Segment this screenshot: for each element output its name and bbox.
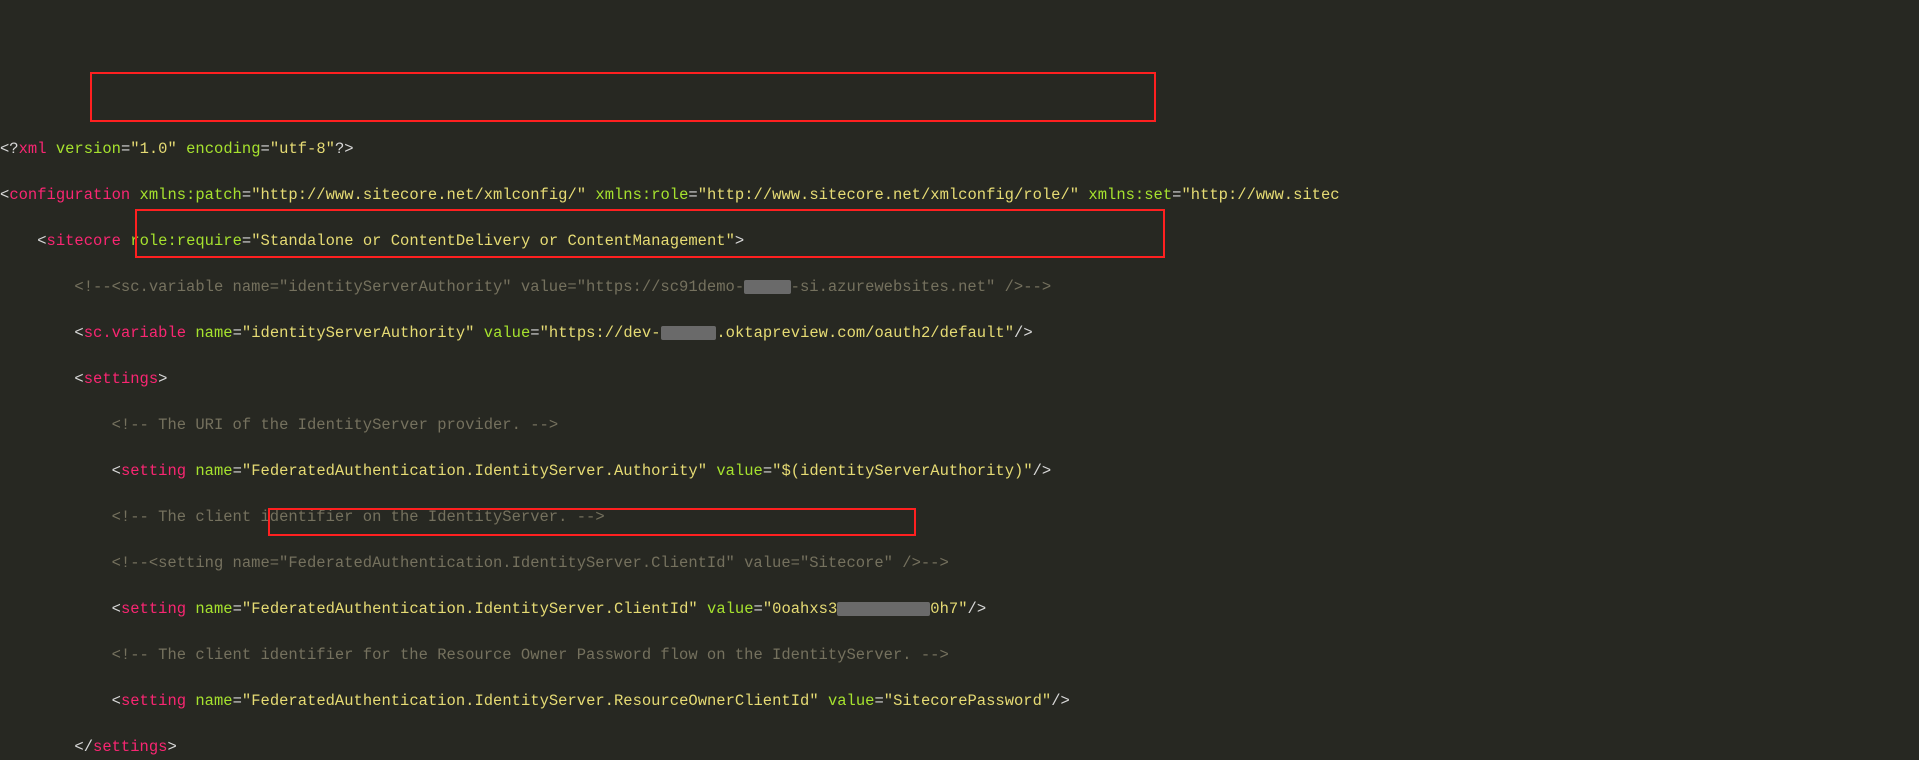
xml-declaration: <?xml version="1.0" encoding="utf-8"?> bbox=[0, 138, 1919, 161]
settings-close: </settings> bbox=[0, 736, 1919, 759]
setting-resowner: <setting name="FederatedAuthentication.I… bbox=[0, 690, 1919, 713]
xml-code-block: <?xml version="1.0" encoding="utf-8"?> <… bbox=[0, 115, 1919, 760]
scvariable-active: <sc.variable name="identityServerAuthori… bbox=[0, 322, 1919, 345]
comment-uri: <!-- The URI of the IdentityServer provi… bbox=[0, 414, 1919, 437]
configuration-open: <configuration xmlns:patch="http://www.s… bbox=[0, 184, 1919, 207]
setting-authority: <setting name="FederatedAuthentication.I… bbox=[0, 460, 1919, 483]
setting-clientid-active: <setting name="FederatedAuthentication.I… bbox=[0, 598, 1919, 621]
comment-client: <!-- The client identifier on the Identi… bbox=[0, 506, 1919, 529]
settings-open: <settings> bbox=[0, 368, 1919, 391]
setting-clientid-commented: <!--<setting name="FederatedAuthenticati… bbox=[0, 552, 1919, 575]
sitecore-open: <sitecore role:require="Standalone or Co… bbox=[0, 230, 1919, 253]
scvariable-commented: <!--<sc.variable name="identityServerAut… bbox=[0, 276, 1919, 299]
comment-resowner: <!-- The client identifier for the Resou… bbox=[0, 644, 1919, 667]
